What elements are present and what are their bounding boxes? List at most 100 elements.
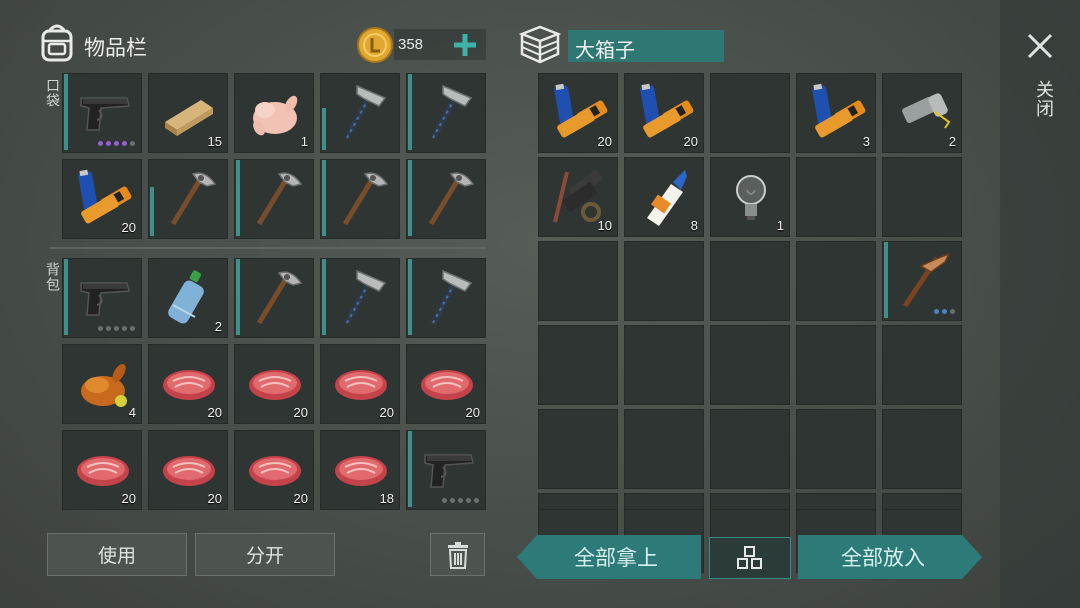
section-divider	[50, 247, 486, 249]
pocket-slot[interactable]	[320, 73, 400, 153]
backpack-slot[interactable]: 20	[234, 430, 314, 510]
pocket-slot[interactable]	[148, 159, 228, 239]
durability-bar	[408, 160, 412, 236]
backpack-icon	[38, 22, 76, 62]
item-quantity: 20	[293, 491, 308, 506]
crate-icon	[518, 24, 562, 64]
hammer-icon	[344, 269, 387, 325]
container-slot[interactable]: 10	[538, 157, 618, 237]
pickaxe-icon	[342, 172, 389, 226]
container-slot-empty[interactable]	[882, 409, 962, 489]
item-quantity: 4	[128, 405, 136, 420]
container-slot-empty[interactable]	[710, 409, 790, 489]
durability-bar	[322, 160, 326, 236]
take-all-button[interactable]: 全部拿上	[517, 535, 701, 579]
durability-bar	[64, 259, 68, 335]
backpack-slot[interactable]: 20	[406, 344, 486, 424]
container-slot-empty[interactable]	[796, 409, 876, 489]
container-slot[interactable]: 2	[882, 73, 962, 153]
quality-dots	[442, 498, 479, 503]
take-all-label: 全部拿上	[574, 546, 658, 570]
container-slot[interactable]: 3	[796, 73, 876, 153]
pocket-slot[interactable]	[234, 159, 314, 239]
inventory-title: 物品栏	[84, 36, 147, 60]
durability-bar	[408, 431, 412, 507]
container-slot-empty[interactable]	[710, 73, 790, 153]
container-slot[interactable]: 1	[710, 157, 790, 237]
container-slot-empty[interactable]	[538, 241, 618, 321]
container-slot-empty[interactable]	[882, 157, 962, 237]
split-button[interactable]: 分开	[195, 533, 335, 576]
pocket-slot[interactable]	[406, 159, 486, 239]
item-quantity: 20	[293, 405, 308, 420]
container-slot-empty[interactable]	[538, 325, 618, 405]
pistol-icon	[80, 97, 130, 131]
pocket-slot[interactable]	[320, 159, 400, 239]
container-slot-empty[interactable]	[882, 493, 962, 510]
container-slot-empty[interactable]	[624, 409, 704, 489]
container-slot-empty[interactable]	[796, 493, 876, 510]
backpack-slot[interactable]: 20	[234, 344, 314, 424]
backpack-slot[interactable]	[234, 258, 314, 338]
backpack-slot[interactable]	[406, 430, 486, 510]
durability-bar	[150, 187, 154, 236]
container-slot[interactable]	[882, 241, 962, 321]
backpack-slot[interactable]	[406, 258, 486, 338]
coin-count: 358	[398, 36, 424, 53]
put-all-label: 全部放入	[841, 546, 925, 570]
backpack-slot[interactable]	[320, 258, 400, 338]
use-button[interactable]: 使用	[47, 533, 187, 576]
backpack-slot[interactable]: 20	[320, 344, 400, 424]
pocket-slot[interactable]	[406, 73, 486, 153]
container-slot-empty[interactable]	[796, 157, 876, 237]
put-all-button[interactable]: 全部放入	[798, 535, 982, 579]
backpack-slot[interactable]: 4	[62, 344, 142, 424]
container-slot-empty[interactable]	[796, 325, 876, 405]
item-quantity: 3	[862, 134, 870, 149]
container-slot[interactable]: 20	[624, 73, 704, 153]
backpack-slot[interactable]	[62, 258, 142, 338]
container-slot-empty[interactable]	[710, 493, 790, 510]
sort-button[interactable]	[709, 537, 791, 579]
durability-bar	[322, 108, 326, 150]
item-quantity: 20	[465, 405, 480, 420]
quality-dots	[98, 141, 135, 146]
grid-sort-icon	[737, 546, 762, 569]
container-slot-empty[interactable]	[624, 325, 704, 405]
pocket-slot[interactable]	[62, 73, 142, 153]
container-slot[interactable]: 20	[538, 73, 618, 153]
pickaxe-icon	[256, 271, 303, 325]
container-slot[interactable]: 8	[624, 157, 704, 237]
backpack-slot[interactable]: 18	[320, 430, 400, 510]
item-quantity: 20	[379, 405, 394, 420]
container-slot-empty[interactable]	[882, 325, 962, 405]
pickaxe-icon	[256, 172, 303, 226]
trash-button[interactable]	[430, 533, 485, 576]
pocket-slot[interactable]: 20	[62, 159, 142, 239]
raw-chicken-icon	[253, 95, 298, 136]
container-slot-empty[interactable]	[538, 409, 618, 489]
container-slot-empty[interactable]	[624, 493, 704, 510]
durability-bar	[884, 242, 888, 318]
pistol-icon	[424, 454, 474, 488]
container-slot-empty[interactable]	[710, 325, 790, 405]
container-slot-empty[interactable]	[538, 493, 618, 510]
container-slot-empty[interactable]	[624, 241, 704, 321]
coin-icon	[356, 26, 394, 64]
item-quantity: 20	[597, 134, 612, 149]
backpack-slot[interactable]: 20	[148, 430, 228, 510]
backpack-slot[interactable]: 2	[148, 258, 228, 338]
add-coins-button[interactable]	[452, 32, 478, 58]
container-slot-empty[interactable]	[796, 241, 876, 321]
pocket-slot[interactable]: 15	[148, 73, 228, 153]
container-title: 大箱子	[575, 38, 635, 62]
durability-bar	[408, 259, 412, 335]
item-quantity: 18	[379, 491, 394, 506]
pocket-slot[interactable]: 1	[234, 73, 314, 153]
container-slot-empty[interactable]	[710, 241, 790, 321]
close-panel[interactable]: 关闭	[1000, 0, 1080, 608]
container-title-bar[interactable]: 大箱子	[568, 30, 724, 62]
pocket-label: 口袋	[44, 78, 60, 108]
backpack-slot[interactable]: 20	[62, 430, 142, 510]
backpack-slot[interactable]: 20	[148, 344, 228, 424]
